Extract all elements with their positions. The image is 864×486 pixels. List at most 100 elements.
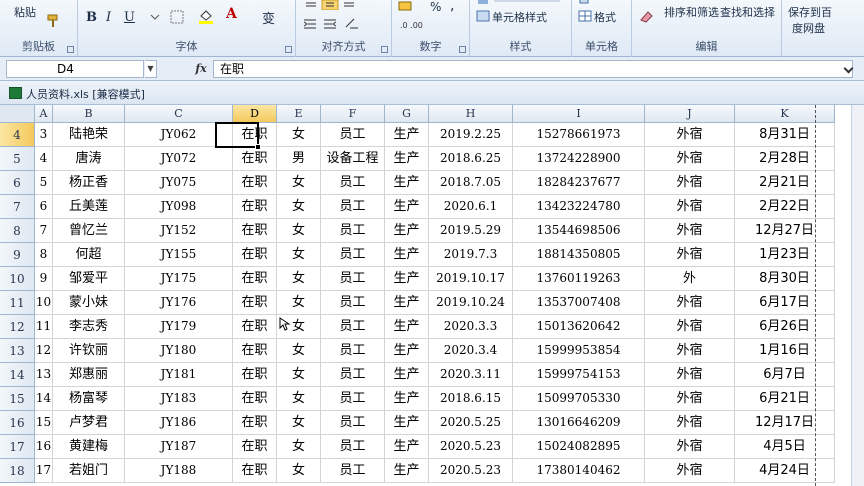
cell-e5[interactable]: 男	[277, 147, 321, 171]
borders-icon[interactable]	[170, 10, 184, 24]
bold-button[interactable]: B	[86, 10, 97, 25]
cell-g11[interactable]: 生产	[385, 291, 429, 315]
cell-j17[interactable]: 外宿	[645, 435, 735, 459]
column-header-g[interactable]: G	[385, 105, 429, 123]
cell-i11[interactable]: 13537007408	[513, 291, 645, 315]
cell-j12[interactable]: 外宿	[645, 315, 735, 339]
cell-g18[interactable]: 生产	[385, 459, 429, 483]
cell-e16[interactable]: 女	[277, 411, 321, 435]
cell-e7[interactable]: 女	[277, 195, 321, 219]
align-top-row-icon[interactable]	[302, 0, 364, 11]
cell-j16[interactable]: 外宿	[645, 411, 735, 435]
cell-d6[interactable]: 在职	[233, 171, 277, 195]
cell-i4[interactable]: 15278661973	[513, 123, 645, 147]
cell-i13[interactable]: 15999953854	[513, 339, 645, 363]
cell-i16[interactable]: 13016646209	[513, 411, 645, 435]
cell-c5[interactable]: JY072	[125, 147, 233, 171]
cell-a4[interactable]: 3	[35, 123, 53, 147]
column-header-f[interactable]: F	[321, 105, 385, 123]
chevron-down-icon[interactable]: ▼	[145, 60, 157, 78]
cell-b6[interactable]: 杨正香	[53, 171, 125, 195]
cell-h13[interactable]: 2020.3.4	[429, 339, 513, 363]
percent-button[interactable]: %	[430, 0, 441, 14]
column-header-b[interactable]: B	[53, 105, 125, 123]
cell-j7[interactable]: 外宿	[645, 195, 735, 219]
cell-b11[interactable]: 蒙小妹	[53, 291, 125, 315]
row-header[interactable]: 15	[0, 387, 35, 411]
cell-a8[interactable]: 7	[35, 219, 53, 243]
cell-g14[interactable]: 生产	[385, 363, 429, 387]
cell-k4[interactable]: 8月31日	[735, 123, 835, 147]
cell-f6[interactable]: 员工	[321, 171, 385, 195]
cell-h6[interactable]: 2018.7.05	[429, 171, 513, 195]
cell-e17[interactable]: 女	[277, 435, 321, 459]
cell-d5[interactable]: 在职	[233, 147, 277, 171]
cell-d18[interactable]: 在职	[233, 459, 277, 483]
cell-c9[interactable]: JY155	[125, 243, 233, 267]
column-header-h[interactable]: H	[429, 105, 513, 123]
select-all-corner[interactable]	[0, 105, 35, 123]
cell-j4[interactable]: 外宿	[645, 123, 735, 147]
cell-j5[interactable]: 外宿	[645, 147, 735, 171]
cell-g12[interactable]: 生产	[385, 315, 429, 339]
column-header-c[interactable]: C	[125, 105, 233, 123]
decimal-icons[interactable]: .0 .00	[400, 18, 450, 30]
cell-h5[interactable]: 2018.6.25	[429, 147, 513, 171]
sort-filter-button[interactable]: 排序和筛选	[664, 4, 719, 20]
cell-c6[interactable]: JY075	[125, 171, 233, 195]
formula-input[interactable]: 在职	[213, 60, 853, 78]
clear-icon[interactable]	[638, 8, 656, 24]
row-header[interactable]: 9	[0, 243, 35, 267]
cell-d13[interactable]: 在职	[233, 339, 277, 363]
cell-b10[interactable]: 邹爱平	[53, 267, 125, 291]
cell-d12[interactable]: 在职	[233, 315, 277, 339]
cell-g7[interactable]: 生产	[385, 195, 429, 219]
cell-styles-button[interactable]: 单元格样式	[492, 9, 547, 25]
row-header[interactable]: 18	[0, 459, 35, 483]
cell-a13[interactable]: 12	[35, 339, 53, 363]
cell-a10[interactable]: 9	[35, 267, 53, 291]
worksheet-grid[interactable]: A B C D E F G H I J K 4 3 陆艳荣 JY062 在职女员工 生产 2019.2.25 152…	[0, 105, 864, 486]
cell-e14[interactable]: 女	[277, 363, 321, 387]
cell-f17[interactable]: 员工	[321, 435, 385, 459]
cell-j10[interactable]: 外	[645, 267, 735, 291]
cell-f15[interactable]: 员工	[321, 387, 385, 411]
cell-styles-icon[interactable]	[476, 10, 490, 22]
underline-button[interactable]: U	[124, 10, 135, 25]
row-header[interactable]: 16	[0, 411, 35, 435]
chevron-down-icon[interactable]	[148, 11, 162, 23]
cell-g16[interactable]: 生产	[385, 411, 429, 435]
vertical-scrollbar[interactable]	[851, 105, 864, 486]
cell-a18[interactable]: 17	[35, 459, 53, 483]
cell-k13[interactable]: 1月16日	[735, 339, 835, 363]
cell-e11[interactable]: 女	[277, 291, 321, 315]
cell-g10[interactable]: 生产	[385, 267, 429, 291]
cell-c12[interactable]: JY179	[125, 315, 233, 339]
cell-d17[interactable]: 在职	[233, 435, 277, 459]
cell-k8[interactable]: 12月27日	[735, 219, 835, 243]
row-header[interactable]: 8	[0, 219, 35, 243]
cell-b7[interactable]: 丘美莲	[53, 195, 125, 219]
cell-k18[interactable]: 4月24日	[735, 459, 835, 483]
cell-k6[interactable]: 2月21日	[735, 171, 835, 195]
cell-b8[interactable]: 曾忆兰	[53, 219, 125, 243]
cell-a12[interactable]: 11	[35, 315, 53, 339]
cell-e10[interactable]: 女	[277, 267, 321, 291]
column-header-k[interactable]: K	[735, 105, 835, 123]
insert-function-icon[interactable]: fx	[190, 60, 212, 78]
cell-c8[interactable]: JY152	[125, 219, 233, 243]
cell-f16[interactable]: 员工	[321, 411, 385, 435]
cell-i12[interactable]: 15013620642	[513, 315, 645, 339]
cell-c7[interactable]: JY098	[125, 195, 233, 219]
cell-g6[interactable]: 生产	[385, 171, 429, 195]
cell-g9[interactable]: 生产	[385, 243, 429, 267]
cell-e15[interactable]: 女	[277, 387, 321, 411]
indent-icons[interactable]	[302, 17, 364, 31]
cell-d7[interactable]: 在职	[233, 195, 277, 219]
cell-i9[interactable]: 18814350805	[513, 243, 645, 267]
cell-j13[interactable]: 外宿	[645, 339, 735, 363]
column-header-i[interactable]: I	[513, 105, 645, 123]
cell-h4[interactable]: 2019.2.25	[429, 123, 513, 147]
column-header-d[interactable]: D	[233, 105, 277, 123]
cell-f11[interactable]: 员工	[321, 291, 385, 315]
